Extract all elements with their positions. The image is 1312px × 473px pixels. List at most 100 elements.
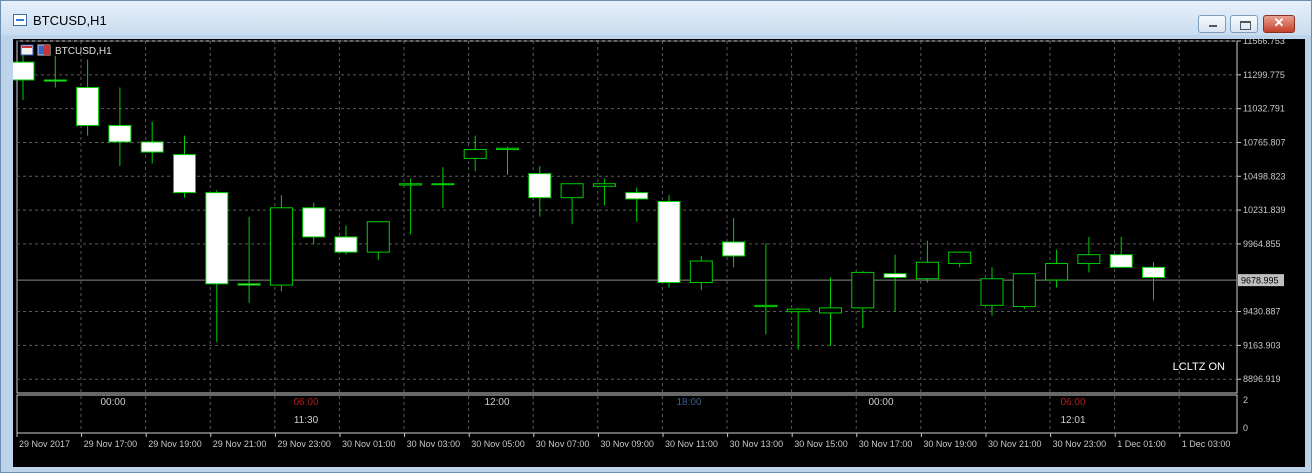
candle[interactable] bbox=[108, 87, 132, 166]
price-tick-label: 9430.887 bbox=[1243, 307, 1281, 317]
indicator-frame bbox=[16, 394, 1238, 434]
bull-candle-body bbox=[980, 278, 1004, 306]
bull-candle-body bbox=[1045, 263, 1069, 281]
restore-button[interactable] bbox=[1230, 15, 1258, 33]
session-label: 12:01 bbox=[1060, 415, 1085, 426]
candle[interactable] bbox=[722, 217, 746, 268]
bear-candle-body bbox=[205, 192, 229, 285]
symbol-header: BTCUSD,H1 bbox=[20, 44, 112, 57]
close-button[interactable]: ✕ bbox=[1263, 15, 1295, 33]
candle[interactable] bbox=[205, 190, 229, 343]
candle[interactable] bbox=[819, 277, 842, 346]
candle[interactable] bbox=[560, 183, 584, 225]
close-icon: ✕ bbox=[1273, 15, 1285, 30]
candle[interactable] bbox=[1012, 273, 1036, 310]
bull-candle-body bbox=[915, 261, 939, 280]
bull-candle-body bbox=[1077, 254, 1101, 265]
time-tick-label: 30 Nov 23:00 bbox=[1053, 439, 1107, 449]
time-tick-label: 29 Nov 17:00 bbox=[84, 439, 138, 449]
time-tick-label: 29 Nov 2017 bbox=[19, 439, 70, 449]
candle[interactable] bbox=[431, 167, 455, 208]
time-tick-label: 1 Dec 03:00 bbox=[1182, 439, 1231, 449]
price-tick-label: 11299.775 bbox=[1243, 70, 1285, 80]
candle[interactable] bbox=[399, 178, 423, 235]
flag-icon-red bbox=[44, 45, 50, 55]
bear-candle-body bbox=[1142, 266, 1165, 278]
indicator-window: 2 0 00:00 06:00 11:30 12:00 18:00 00:00 06:00 12:… bbox=[100, 395, 1248, 433]
title-bar[interactable]: BTCUSD,H1 ✕ bbox=[1, 1, 1311, 35]
session-label: 06:00 bbox=[1060, 397, 1085, 408]
price-tick-label: 8896.919 bbox=[1243, 374, 1281, 384]
price-axis: 11566.753 11299.775 11032.791 10765.807 1049… bbox=[1237, 39, 1286, 384]
candle[interactable] bbox=[883, 254, 907, 312]
time-tick-label: 30 Nov 05:00 bbox=[471, 439, 525, 449]
time-tick-label: 1 Dec 01:00 bbox=[1117, 439, 1166, 449]
bear-candle-body bbox=[76, 86, 100, 126]
candles bbox=[13, 46, 1165, 350]
bull-candle-body bbox=[496, 147, 519, 151]
bull-candle-body bbox=[689, 260, 713, 284]
candle[interactable] bbox=[173, 135, 196, 198]
bear-candle-body bbox=[334, 236, 358, 253]
bull-candle-body bbox=[851, 271, 875, 309]
candle[interactable] bbox=[1045, 249, 1069, 288]
candle[interactable] bbox=[980, 267, 1004, 316]
candle[interactable] bbox=[1077, 236, 1101, 273]
candle[interactable] bbox=[786, 307, 810, 350]
time-tick-label: 30 Nov 01:00 bbox=[342, 439, 396, 449]
chart-window: BTCUSD,H1 ✕ 11566.753 11299.775 11032.791 1… bbox=[0, 0, 1312, 473]
time-tick-label: 30 Nov 19:00 bbox=[923, 439, 977, 449]
candle[interactable] bbox=[625, 187, 649, 222]
bear-candle-body bbox=[43, 79, 67, 82]
price-tick-label: 9163.903 bbox=[1243, 340, 1281, 350]
bear-candle-body bbox=[302, 207, 326, 238]
bear-candle-body bbox=[1109, 254, 1133, 268]
candle[interactable] bbox=[76, 59, 100, 136]
bull-candle-body bbox=[948, 251, 972, 265]
candle[interactable] bbox=[496, 146, 519, 175]
candle[interactable] bbox=[754, 243, 778, 335]
session-label: 18:00 bbox=[676, 397, 701, 408]
bull-candle-body bbox=[786, 308, 810, 313]
price-chart[interactable]: 11566.753 11299.775 11032.791 10765.807 1049… bbox=[13, 39, 1305, 467]
bull-candle-body bbox=[560, 183, 584, 199]
candle[interactable] bbox=[689, 255, 713, 291]
bull-candle-body bbox=[366, 221, 390, 253]
candle[interactable] bbox=[463, 135, 487, 172]
candle[interactable] bbox=[1142, 262, 1165, 301]
price-tick-label: 9964.855 bbox=[1243, 239, 1281, 249]
window-title: BTCUSD,H1 bbox=[33, 13, 107, 28]
candle[interactable] bbox=[657, 195, 681, 288]
bull-candle-body bbox=[1012, 273, 1036, 308]
bull-candle-body bbox=[269, 207, 293, 286]
candle[interactable] bbox=[43, 55, 67, 88]
session-label: 00:00 bbox=[868, 397, 893, 408]
time-tick-label: 30 Nov 21:00 bbox=[988, 439, 1042, 449]
price-tick-label: 11566.753 bbox=[1243, 39, 1285, 46]
time-tick-label: 30 Nov 15:00 bbox=[794, 439, 848, 449]
main-plot-frame bbox=[16, 40, 1238, 394]
minimize-button[interactable] bbox=[1198, 15, 1226, 33]
candle[interactable] bbox=[366, 221, 390, 260]
candle[interactable] bbox=[592, 178, 616, 206]
candle[interactable] bbox=[851, 271, 875, 329]
candle[interactable] bbox=[915, 240, 939, 283]
grid bbox=[17, 40, 1237, 432]
candle[interactable] bbox=[948, 251, 972, 268]
candle[interactable] bbox=[528, 165, 552, 217]
time-tick-label: 30 Nov 07:00 bbox=[536, 439, 590, 449]
candle[interactable] bbox=[140, 121, 164, 164]
candle[interactable] bbox=[1109, 236, 1133, 268]
trade-panel-icon-stripe bbox=[22, 46, 32, 48]
session-label: 00:00 bbox=[100, 397, 125, 408]
bull-candle-body bbox=[592, 183, 616, 187]
time-tick-label: 29 Nov 19:00 bbox=[148, 439, 202, 449]
candle[interactable] bbox=[302, 202, 326, 245]
session-label: 12:00 bbox=[484, 397, 509, 408]
candle[interactable] bbox=[269, 195, 293, 292]
bear-candle-body bbox=[528, 173, 552, 199]
time-tick-label: 29 Nov 23:00 bbox=[277, 439, 331, 449]
time-tick-label: 30 Nov 11:00 bbox=[665, 439, 718, 449]
candle[interactable] bbox=[237, 216, 261, 303]
candle[interactable] bbox=[334, 225, 358, 255]
